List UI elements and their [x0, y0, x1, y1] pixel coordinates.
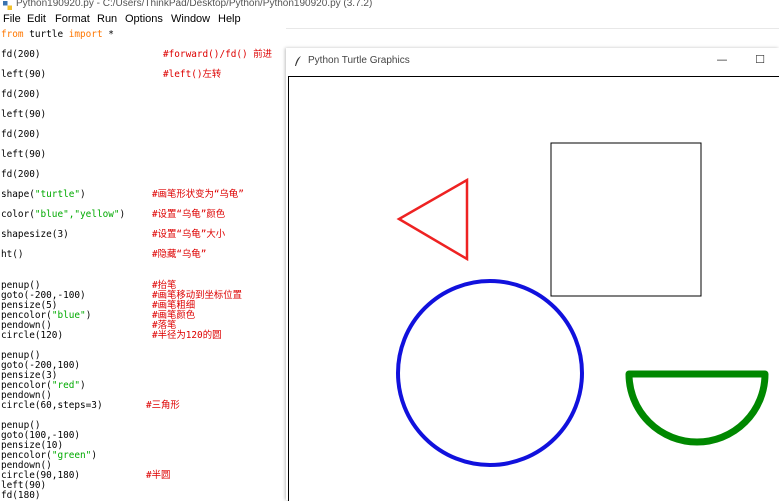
code-token: ): [80, 380, 86, 391]
code-line[interactable]: fd(180): [1, 490, 41, 501]
menu-file[interactable]: File: [3, 13, 21, 25]
turtle-window-title: Python Turtle Graphics: [308, 55, 410, 66]
code-comment: #画笔形状变为“乌龟”: [152, 189, 244, 200]
drawn-triangle: [396, 177, 469, 262]
keyword-token: import: [68, 29, 103, 40]
code-token: circle(60,steps=3): [1, 400, 103, 411]
code-line[interactable]: shape("turtle"): [1, 190, 86, 200]
drawn-semicircle: [625, 370, 769, 446]
menu-bar: File Edit Format Run Options Window Help: [0, 12, 779, 29]
code-line[interactable]: shapesize(3): [1, 230, 69, 240]
menu-run[interactable]: Run: [97, 13, 117, 25]
code-token: left(90): [1, 109, 47, 120]
string-token: "green": [51, 450, 92, 461]
code-token: left(90): [1, 149, 47, 160]
python-icon: [3, 1, 12, 10]
turtle-title-bar: Python Turtle Graphics — ☐: [286, 48, 779, 74]
code-line[interactable]: circle(60,steps=3): [1, 401, 103, 411]
code-line[interactable]: circle(120): [1, 331, 63, 341]
string-token: "blue": [51, 310, 86, 321]
code-line[interactable]: from turtle import *: [1, 30, 114, 40]
code-line[interactable]: fd(200): [1, 170, 41, 180]
code-line[interactable]: fd(200): [1, 50, 41, 60]
code-token: ): [91, 450, 97, 461]
code-token: shapesize(3): [1, 229, 69, 240]
code-token: ): [80, 189, 86, 200]
minimize-button[interactable]: —: [714, 52, 730, 68]
turtle-canvas: [288, 76, 779, 501]
keyword-token: from: [1, 29, 24, 40]
code-token: left(90): [1, 69, 47, 80]
code-token: fd(200): [1, 89, 41, 100]
code-token: ): [119, 209, 126, 220]
code-token: ht(): [1, 249, 24, 260]
code-token: shape(: [1, 189, 35, 200]
code-line[interactable]: fd(200): [1, 90, 41, 100]
code-token: circle(120): [1, 330, 64, 341]
string-token: "blue","yellow": [34, 209, 120, 220]
maximize-button[interactable]: ☐: [752, 52, 768, 68]
code-comment: #半径为120的圆: [152, 330, 222, 341]
code-comment: #设置“乌龟”颜色: [152, 209, 226, 220]
menu-edit[interactable]: Edit: [27, 13, 46, 25]
drawn-square: [550, 142, 702, 297]
code-token: *: [102, 29, 114, 40]
code-line[interactable]: color("blue","yellow"): [1, 210, 125, 220]
feather-icon: [295, 56, 301, 66]
code-comment: #三角形: [146, 400, 180, 411]
code-token: color(: [1, 209, 35, 220]
code-comment: #隐藏“乌龟”: [152, 249, 207, 260]
window-title: Python190920.py - C:/Users/ThinkPad/Desk…: [16, 0, 373, 9]
code-token: fd(180): [1, 490, 41, 501]
code-comment: #left()左转: [163, 69, 222, 80]
code-editor[interactable]: from turtle import * fd(200) #forward()/fd…: [0, 28, 286, 500]
string-token: "red": [51, 380, 81, 391]
code-token: fd(200): [1, 49, 41, 60]
code-line[interactable]: left(90): [1, 110, 46, 120]
code-comment: #forward()/fd() 前进: [163, 49, 273, 60]
code-line[interactable]: left(90): [1, 70, 46, 80]
menu-options[interactable]: Options: [125, 13, 163, 25]
code-token: fd(200): [1, 169, 41, 180]
turtle-graphics-window: Python Turtle Graphics — ☐: [286, 48, 779, 501]
code-line[interactable]: left(90): [1, 150, 46, 160]
code-line[interactable]: fd(200): [1, 130, 41, 140]
idle-title-bar: Python190920.py - C:/Users/ThinkPad/Desk…: [0, 0, 779, 12]
menu-help[interactable]: Help: [218, 13, 241, 25]
code-comment: #半圆: [146, 470, 171, 481]
string-token: "turtle": [34, 189, 81, 200]
code-token: ): [85, 310, 92, 321]
menu-format[interactable]: Format: [55, 13, 90, 25]
code-token: turtle: [23, 29, 69, 40]
code-token: fd(200): [1, 129, 41, 140]
menu-window[interactable]: Window: [171, 13, 210, 25]
code-comment: #设置“乌龟”大小: [152, 229, 226, 240]
drawn-circle: [396, 279, 584, 467]
code-line[interactable]: ht(): [1, 250, 24, 260]
